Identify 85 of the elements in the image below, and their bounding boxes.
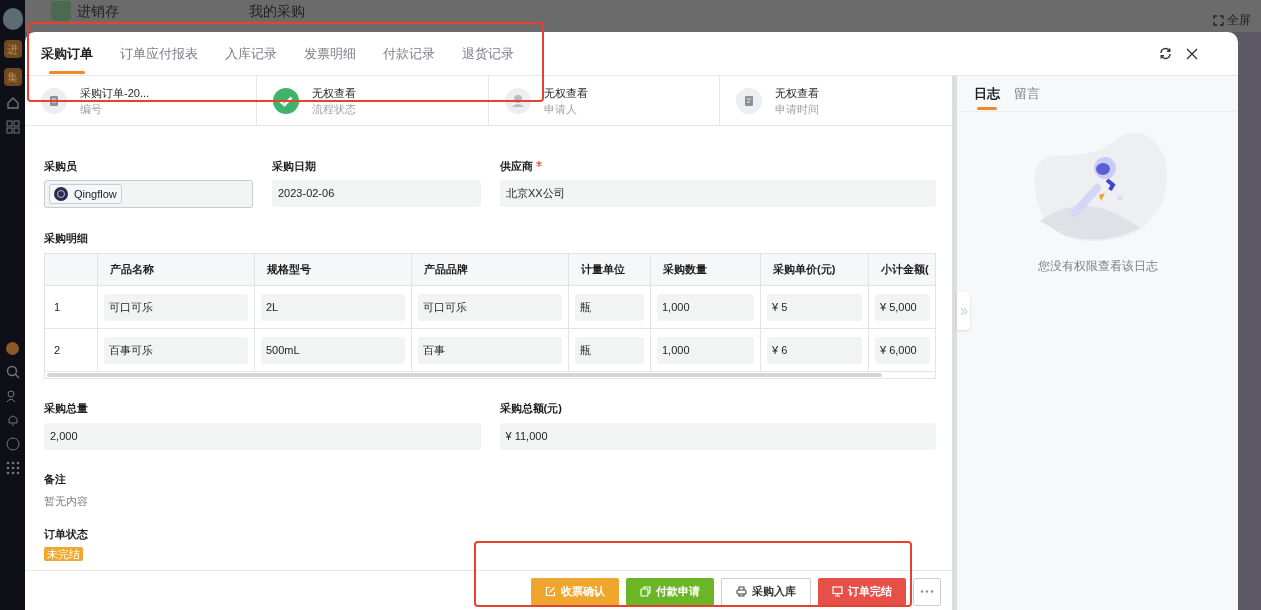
table-cell: ¥ 6 [767, 336, 862, 364]
field-label: 采购日期 [272, 159, 316, 173]
status-badge: 未完结 [44, 547, 83, 561]
table-cell: 可口可乐 [104, 293, 248, 321]
remark-value: 暂无内容 [44, 494, 89, 508]
table-cell: ¥ 5,000 [875, 293, 930, 321]
row-number: 2 [54, 342, 61, 358]
table-cell: 1,000 [657, 293, 754, 321]
input-field[interactable]: 2023-02-06 [272, 180, 481, 207]
column-header: 计量单位 [581, 262, 625, 278]
tab[interactable]: 付款记录 [383, 32, 435, 75]
empty-message: 您没有权限查看该日志 [1036, 258, 1159, 275]
collapse-handle[interactable] [957, 292, 970, 330]
fullscreen-button[interactable]: 全屏 [1213, 11, 1251, 29]
table-cell: ¥ 5 [767, 293, 862, 321]
tab[interactable]: 日志 [974, 76, 1000, 111]
app-badge[interactable]: 集 [3, 68, 22, 86]
column-header: 采购数量 [663, 262, 707, 278]
tab[interactable]: 留言 [1014, 76, 1040, 111]
table-cell: 2L [261, 293, 405, 321]
more-button[interactable] [913, 577, 941, 606]
input-field[interactable]: 北京XX公司 [500, 180, 936, 207]
table-cell: 可口可乐 [418, 293, 562, 321]
info-label: 申请人 [543, 101, 578, 117]
printer-icon [736, 586, 747, 597]
info-label: 申请时间 [775, 101, 820, 117]
action-button[interactable]: 付款申请 [626, 577, 714, 606]
search-icon[interactable] [5, 365, 20, 379]
table-cell: 瓶 [575, 336, 644, 364]
close-icon[interactable] [1186, 47, 1198, 60]
person-icon [504, 87, 531, 114]
tab[interactable]: 订单应付报表 [120, 32, 198, 75]
app-icon [51, 1, 71, 21]
field-label: 采购总量 [44, 401, 89, 415]
info-value: 无权查看 [543, 85, 588, 101]
table-cell: 百事可乐 [104, 336, 248, 364]
share-icon [640, 586, 651, 597]
check-icon [272, 87, 299, 114]
row-number: 1 [54, 299, 61, 315]
apps-icon[interactable] [5, 461, 20, 475]
avatar-icon [54, 187, 68, 201]
section-title: 采购明细 [44, 231, 89, 245]
table-cell: 500mL [261, 336, 405, 364]
app-logo-icon[interactable] [2, 8, 23, 30]
field-label: 订单状态 [44, 527, 89, 541]
tab[interactable]: 采购订单 [41, 32, 93, 75]
column-header: 小计金额( [881, 262, 929, 278]
expand-icon [1213, 14, 1224, 26]
column-header: 产品品牌 [424, 262, 468, 278]
page-title: 我的采购 [249, 3, 305, 19]
member-field[interactable]: Qingflow [44, 180, 253, 208]
app-name[interactable]: 进销存 [77, 3, 119, 19]
refresh-icon[interactable] [1159, 47, 1172, 60]
input-field[interactable]: ¥ 11,000 [499, 423, 936, 450]
tab[interactable]: 入库记录 [225, 32, 277, 75]
info-value: 采购订单-20... [80, 85, 150, 101]
info-value: 无权查看 [311, 85, 356, 101]
tab[interactable]: 退货记录 [462, 32, 514, 75]
app-badge[interactable]: 进 [3, 40, 22, 58]
tab[interactable]: 发票明细 [304, 32, 356, 75]
action-button[interactable]: 订单完结 [818, 577, 906, 606]
field-label: 采购总额(元) [499, 401, 563, 415]
more-icon [920, 590, 934, 593]
info-label: 编号 [80, 101, 103, 117]
column-header: 产品名称 [110, 262, 154, 278]
info-value: 无权查看 [775, 85, 820, 101]
document-icon [41, 87, 67, 114]
input-field[interactable]: 2,000 [44, 423, 481, 450]
edit-icon [545, 586, 556, 597]
table-cell: ¥ 6,000 [875, 336, 930, 364]
table-cell: 百事 [418, 336, 562, 364]
grid-icon[interactable] [5, 120, 20, 134]
bell-icon[interactable] [5, 413, 20, 427]
home-icon[interactable] [5, 96, 20, 110]
monitor-icon [832, 586, 843, 597]
member-tag: Qingflow [49, 184, 122, 204]
info-label: 流程状态 [311, 101, 356, 117]
action-button[interactable]: 采购入库 [721, 577, 811, 606]
table-cell: 1,000 [657, 336, 754, 364]
table-cell: 瓶 [575, 293, 644, 321]
field-label: 采购员 [44, 159, 77, 173]
field-label: 供应商 [500, 159, 533, 173]
column-header: 采购单价(元) [773, 262, 836, 278]
field-label: 备注 [44, 472, 67, 486]
column-header: 规格型号 [267, 262, 311, 278]
